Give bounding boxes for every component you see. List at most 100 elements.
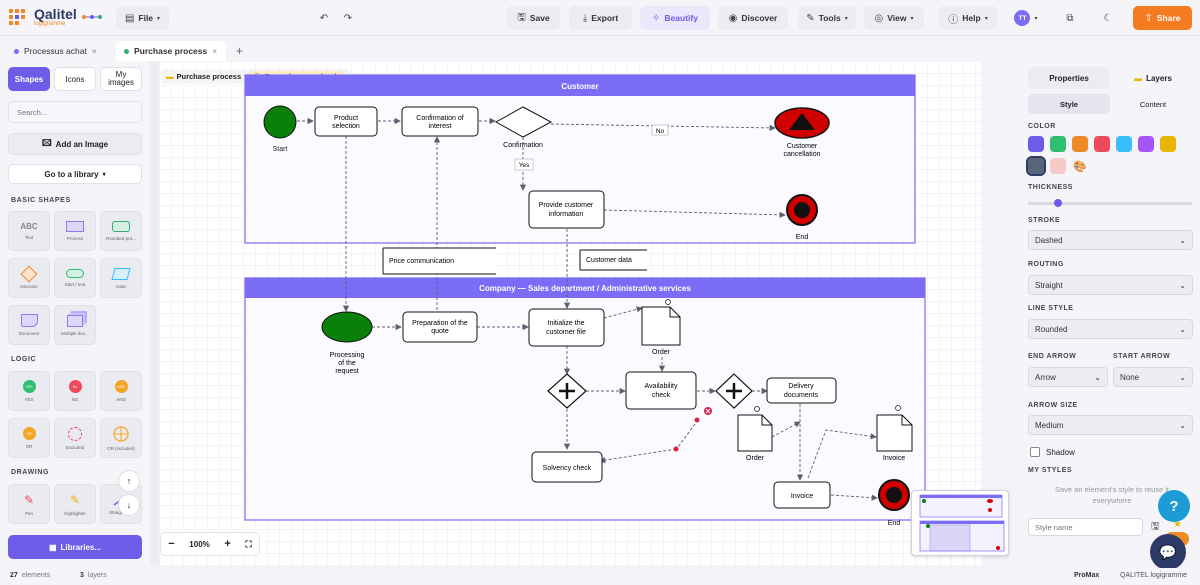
slider-handle[interactable]: [1054, 199, 1062, 207]
color-swatch-slate-selected[interactable]: [1026, 156, 1046, 176]
data-customer-data[interactable]: Customer data: [579, 249, 647, 271]
task-product-selection[interactable]: Product selection: [314, 106, 378, 137]
tab-layers[interactable]: ▬ Layers: [1112, 67, 1194, 89]
tab-properties[interactable]: Properties: [1028, 67, 1110, 89]
color-swatch-purple[interactable]: [1028, 136, 1044, 152]
event-label: End: [796, 234, 809, 241]
zoom-controls: − 100% + ⛶: [160, 532, 260, 556]
shadow-label: Shadow: [1046, 447, 1075, 457]
task-label: interest: [429, 123, 452, 130]
element-count-label: elements: [21, 572, 51, 579]
task-label: information: [549, 211, 584, 218]
start-arrow-select[interactable]: None ⌄: [1113, 367, 1193, 387]
color-swatch-green[interactable]: [1050, 136, 1066, 152]
event-label: End: [888, 520, 901, 527]
start-label: Start: [273, 146, 288, 153]
task-label: Delivery: [788, 383, 814, 390]
document-label: Order: [652, 349, 671, 356]
tab-layers-label: Layers: [1146, 73, 1172, 83]
label-no: No: [651, 124, 669, 136]
plan-badge: ProMax: [1074, 572, 1100, 579]
task-label: Provide customer: [539, 202, 594, 209]
task-label: documents: [784, 392, 819, 399]
my-styles-label: MY STYLES: [1028, 467, 1073, 474]
minimap-preview: [919, 494, 1005, 552]
task-label: Initialize the: [548, 320, 585, 327]
task-label: Confirmation of: [416, 115, 464, 122]
chevron-down-icon: ⌄: [1179, 420, 1186, 430]
task-label: Product: [334, 115, 358, 122]
palette-icon[interactable]: 🎨: [1072, 158, 1088, 174]
yes-label: Yes: [519, 162, 530, 169]
tab-content[interactable]: Content: [1112, 94, 1194, 114]
save-style-button[interactable]: 🖫: [1151, 519, 1160, 536]
question-icon: ?: [1169, 497, 1179, 515]
color-swatch-violet[interactable]: [1138, 136, 1154, 152]
task-label: Preparation of the: [412, 320, 468, 327]
task-solvency-check[interactable]: Solvency check: [531, 451, 603, 483]
chat-fab[interactable]: 💬: [1150, 534, 1186, 570]
shadow-toggle[interactable]: Shadow: [1030, 447, 1075, 457]
task-availability-check[interactable]: Availability check: [625, 371, 697, 410]
task-initialize-customer-file[interactable]: Initialize the customer file: [528, 308, 605, 347]
event-label: cancellation: [784, 151, 821, 158]
layers-icon: ▬: [1134, 73, 1143, 83]
task-label: Invoice: [791, 493, 813, 500]
style-name-input[interactable]: [1028, 518, 1143, 536]
thickness-slider[interactable]: [1028, 199, 1192, 207]
end-arrow-label: END ARROW: [1028, 353, 1077, 360]
label-yes: Yes: [514, 158, 534, 171]
task-label: selection: [332, 123, 360, 130]
chevron-down-icon: ⌄: [1179, 235, 1186, 245]
color-swatch-sky[interactable]: [1116, 136, 1132, 152]
task-label: customer file: [546, 329, 586, 336]
data-price-communication[interactable]: Price communication: [382, 247, 496, 275]
zoom-out-button[interactable]: −: [168, 538, 174, 550]
color-swatch-pink[interactable]: [1050, 158, 1066, 174]
event-label: of the: [338, 360, 356, 367]
task-invoice[interactable]: Invoice: [773, 481, 831, 509]
data-label: Price communication: [389, 258, 454, 265]
color-swatch-red[interactable]: [1094, 136, 1110, 152]
layer-count-label: layers: [87, 572, 107, 579]
line-style-value: Rounded: [1035, 324, 1068, 334]
shadow-checkbox[interactable]: [1030, 447, 1040, 457]
document-label: Order: [746, 455, 765, 462]
arrow-size-value: Medium: [1035, 420, 1064, 430]
stroke-label: STROKE: [1028, 217, 1061, 224]
help-fab[interactable]: ?: [1158, 490, 1190, 522]
pool-company-title: Company — Sales department / Administrat…: [479, 284, 691, 293]
task-label: Solvency check: [543, 465, 592, 472]
routing-label: ROUTING: [1028, 261, 1064, 268]
tab-properties-label: Properties: [1049, 73, 1089, 83]
status-bar: 27 elements 3 layers ProMax QALITEL logigr…: [0, 568, 1200, 585]
fit-screen-icon[interactable]: ⛶: [245, 539, 251, 550]
thickness-label: THICKNESS: [1028, 184, 1073, 191]
minimap[interactable]: [911, 490, 1009, 556]
zoom-in-button[interactable]: +: [224, 538, 230, 550]
start-arrow-value: None: [1120, 372, 1140, 382]
task-provide-customer-information[interactable]: Provide customer information: [528, 190, 605, 229]
line-style-select[interactable]: Rounded ⌄: [1028, 319, 1193, 339]
task-confirmation-of-interest[interactable]: Confirmation of interest: [401, 106, 479, 137]
stroke-select[interactable]: Dashed ⌄: [1028, 230, 1193, 250]
document-label: Invoice: [883, 455, 905, 462]
routing-select[interactable]: Straight ⌄: [1028, 275, 1193, 295]
chevron-down-icon: ⌄: [1179, 324, 1186, 334]
connector-handle[interactable]: [673, 446, 679, 452]
task-label: Availability: [645, 383, 678, 390]
color-swatch-orange[interactable]: [1072, 136, 1088, 152]
pool-customer-title: Customer: [561, 82, 598, 91]
routing-value: Straight: [1035, 280, 1063, 290]
task-delivery-documents[interactable]: Delivery documents: [766, 377, 837, 404]
task-label: check: [652, 392, 671, 399]
color-swatch-yellow[interactable]: [1160, 136, 1176, 152]
end-arrow-select[interactable]: Arrow ⌄: [1028, 367, 1108, 387]
color-label: COLOR: [1028, 123, 1056, 130]
line-style-label: LINE STYLE: [1028, 305, 1074, 312]
tab-style[interactable]: Style: [1028, 94, 1110, 114]
chevron-down-icon: ⌄: [1179, 372, 1186, 382]
arrow-size-select[interactable]: Medium ⌄: [1028, 415, 1193, 435]
task-preparation-of-quote[interactable]: Preparation of the quote: [402, 311, 478, 343]
connector-handle[interactable]: [694, 417, 700, 423]
